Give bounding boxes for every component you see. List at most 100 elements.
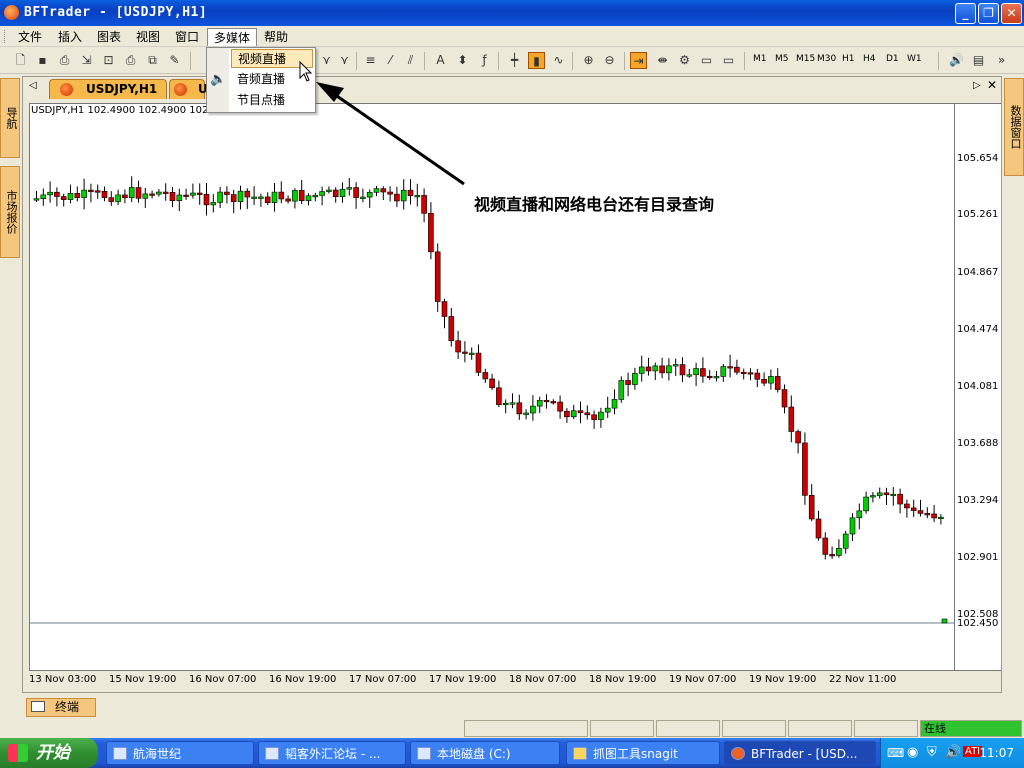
line-chart-icon[interactable]: ∿: [550, 52, 567, 69]
timeframe-d1[interactable]: D1: [886, 54, 899, 64]
terminal-icon: [31, 701, 45, 712]
timeframe-m30[interactable]: M30: [817, 54, 836, 64]
timeframe-h4[interactable]: H4: [863, 54, 876, 64]
candle-body: [400, 189, 407, 202]
candle-body: [33, 198, 40, 201]
candle-body: [659, 365, 665, 374]
volume-icon[interactable]: 🔊: [945, 745, 961, 760]
maximize-button[interactable]: ❐: [978, 3, 999, 24]
time-tick-label: 18 Nov 07:00: [509, 674, 577, 685]
menu-view[interactable]: 视图: [130, 28, 166, 46]
candle-body: [890, 493, 897, 497]
candle-body: [353, 187, 359, 198]
menu-program-on-demand[interactable]: 节目点播: [231, 91, 313, 110]
candle-body: [666, 365, 672, 374]
task-hanghai[interactable]: 航海世纪: [106, 741, 254, 765]
menu-file[interactable]: 文件: [12, 28, 48, 46]
candlestick-icon[interactable]: ▮: [528, 52, 545, 69]
task-bftrader[interactable]: BFTrader - [USD...: [724, 741, 876, 765]
folder-icon: [573, 747, 587, 760]
timeframe-m15[interactable]: M15: [796, 54, 815, 64]
candle-body: [244, 190, 251, 198]
network-icon[interactable]: ◉: [907, 745, 918, 760]
scroll-right-icon[interactable]: ▷: [973, 80, 981, 91]
data-window-label: 数据窗口: [1009, 105, 1022, 149]
timeframe-w1[interactable]: W1: [907, 54, 922, 64]
menu-video-live[interactable]: 视频直播: [231, 49, 313, 68]
menu-help[interactable]: 帮助: [258, 28, 294, 46]
scroll-left-icon[interactable]: ◁: [29, 80, 37, 91]
fibo-fan-icon[interactable]: ⋎: [336, 52, 353, 69]
window-icon[interactable]: ▤: [970, 52, 987, 69]
new-file-icon[interactable]: 🗋: [12, 52, 29, 69]
candle-body: [94, 190, 101, 193]
dropdown-icon-stripe: 🔈: [207, 48, 229, 112]
data-window-side-tab[interactable]: 数据窗口: [1004, 78, 1024, 176]
status-cell: [788, 720, 852, 737]
task-forum[interactable]: 韬客外汇论坛 - ...: [258, 741, 406, 765]
candle-body: [434, 251, 441, 302]
text-tool-icon[interactable]: A: [432, 52, 449, 69]
bftrader-icon: [731, 747, 745, 760]
task-local-disk[interactable]: 本地磁盘 (C:): [410, 741, 560, 765]
menu-insert[interactable]: 插入: [52, 28, 88, 46]
chart-canvas[interactable]: [29, 103, 955, 671]
candle-body: [298, 190, 305, 201]
zoom-in-icon[interactable]: ⊕: [580, 52, 597, 69]
timeframe-h1[interactable]: H1: [842, 54, 855, 64]
tab-usdjpy-h1[interactable]: USDJPY,H1: [49, 79, 167, 99]
channel-icon[interactable]: ⫽: [402, 52, 419, 69]
nav-side-tab[interactable]: 导航: [0, 78, 20, 158]
fax-icon[interactable]: ⊡: [100, 52, 117, 69]
templates-icon[interactable]: ▭: [698, 52, 715, 69]
fx-icon[interactable]: ƒ: [476, 52, 493, 69]
timeframe-m1[interactable]: M1: [753, 54, 767, 64]
menu-multimedia[interactable]: 多媒体: [207, 28, 258, 46]
tab-second-chart[interactable]: U: [169, 79, 208, 99]
timeframe-m5[interactable]: M5: [775, 54, 789, 64]
save-icon[interactable]: ▪: [34, 52, 51, 69]
task-snagit[interactable]: 抓图工具snagit: [566, 741, 720, 765]
desktop: BFTrader - [USDJPY,H1] _ ❐ ✕ 文件 插入 图表 视图…: [0, 0, 1024, 768]
market-quotes-side-tab[interactable]: 市场报价: [0, 166, 20, 258]
candle-body: [679, 364, 686, 376]
candle-body: [142, 193, 149, 199]
close-chart-icon[interactable]: ✕: [987, 78, 997, 92]
chart-shift-icon[interactable]: ⇼: [654, 52, 671, 69]
close-button[interactable]: ✕: [1001, 3, 1022, 24]
copy-icon[interactable]: ⧉: [144, 52, 161, 69]
candle-body: [292, 190, 298, 202]
grid-lines-icon[interactable]: ≡: [362, 52, 379, 69]
candle-body: [734, 366, 740, 373]
bar-chart-icon[interactable]: ┿: [506, 52, 523, 69]
indicators-icon[interactable]: ⚙: [676, 52, 693, 69]
security-icon[interactable]: ⛨: [927, 745, 937, 760]
menu-audio-live[interactable]: 音频直播: [231, 70, 313, 89]
menu-charts[interactable]: 图表: [91, 28, 127, 46]
pencil-icon[interactable]: ✎: [166, 52, 183, 69]
printer-icon[interactable]: ⎙: [122, 52, 139, 69]
menu-window[interactable]: 窗口: [169, 28, 205, 46]
terminal-tab[interactable]: 终端: [26, 698, 96, 717]
candle-body: [632, 373, 638, 385]
fan-tool-icon[interactable]: ⋎: [318, 52, 335, 69]
start-button[interactable]: 开始: [0, 738, 98, 768]
time-tick-label: 17 Nov 07:00: [349, 674, 417, 685]
arrows-icon[interactable]: ⬍: [454, 52, 471, 69]
minimize-button[interactable]: _: [955, 3, 976, 24]
candle-body: [774, 376, 781, 390]
menu-grip[interactable]: [4, 30, 7, 43]
keyboard-icon[interactable]: ⌨: [887, 746, 904, 760]
speaker-icon[interactable]: 🔊: [948, 52, 965, 69]
trend-line-icon[interactable]: ⁄: [382, 52, 399, 69]
connect-icon[interactable]: ⇲: [78, 52, 95, 69]
time-tick-label: 13 Nov 03:00: [29, 674, 97, 685]
candle-body: [271, 191, 278, 204]
task-label: 韬客外汇论坛 - ...: [285, 747, 381, 761]
print-icon[interactable]: ⎙: [56, 52, 73, 69]
periods-icon[interactable]: ▭: [720, 52, 737, 69]
autoscroll-icon[interactable]: ⇥: [630, 52, 647, 69]
more-icon[interactable]: »: [993, 52, 1010, 69]
nav-side-label: 导航: [5, 107, 18, 129]
zoom-out-icon[interactable]: ⊖: [601, 52, 618, 69]
